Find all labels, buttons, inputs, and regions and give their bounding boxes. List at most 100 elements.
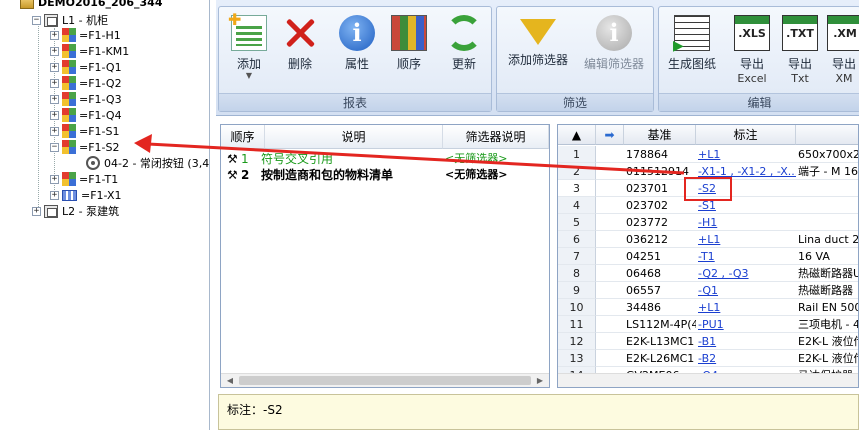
tree-node-f1-q2[interactable]: + =F1-Q2 <box>50 75 122 91</box>
expand-icon[interactable]: + <box>32 206 41 216</box>
expand-icon[interactable]: + <box>50 126 59 136</box>
expand-icon[interactable]: + <box>50 174 59 184</box>
table-row[interactable]: 11 LS112M-4P(4) -PU1 三项电机 - 4 <box>558 316 858 333</box>
tree-node-s2-child[interactable]: 04-2 - 常闭按钮 (3,4 <box>86 155 209 171</box>
generate-drawing-button[interactable]: 生成图纸 <box>661 11 723 87</box>
col-header-order[interactable]: 顺序 <box>221 125 265 149</box>
grid-scrollbar[interactable] <box>558 373 858 387</box>
table-row[interactable]: 6 036212+L1Lina duct 25 - <box>558 231 858 248</box>
component-cube-icon <box>62 76 76 90</box>
col-header-mark[interactable]: 标注 <box>696 125 796 145</box>
report-row[interactable]: ⚒ 1 符号交叉引用 <无筛选器> <box>221 151 549 167</box>
properties-button[interactable]: i 属性 <box>333 11 381 87</box>
tree-node-f1-s1[interactable]: + =F1-S1 <box>50 123 120 139</box>
xls-file-icon: .XLS <box>734 15 770 51</box>
tree-node-f1-h1[interactable]: + =F1-H1 <box>50 27 121 43</box>
collapse-icon[interactable]: − <box>50 142 59 152</box>
expand-icon[interactable]: + <box>50 190 59 200</box>
cell-base: 06557 <box>624 282 696 299</box>
cell-desc <box>796 214 858 231</box>
table-row[interactable]: 1 178864+L1650x700x250 <box>558 146 858 163</box>
cell-base: LS112M-4P(4) <box>624 318 696 333</box>
tree-root[interactable]: DEMO2016_206_344 <box>20 0 162 10</box>
dropdown-caret-icon[interactable]: ▼ <box>225 72 273 80</box>
cell-mark[interactable]: -PU1 <box>696 316 796 333</box>
expand-icon[interactable]: + <box>50 46 59 56</box>
cell-desc <box>796 197 858 214</box>
project-tree[interactable]: DEMO2016_206_344 − L1 - 机柜 + =F1-H1 + =F… <box>0 0 210 430</box>
table-row[interactable]: 12 E2K-L13MC1 -B1 E2K-L 液位传 <box>558 333 859 350</box>
cell-desc: E2K-L 液位传 <box>796 335 859 350</box>
tree-node-l1[interactable]: − L1 - 机柜 <box>32 12 108 28</box>
tree-node-f1-km1[interactable]: + =F1-KM1 <box>50 43 129 59</box>
cell-mark[interactable]: -T1 <box>696 248 796 265</box>
row-number: 8 <box>558 265 596 282</box>
row-number: 9 <box>558 282 596 299</box>
tree-node-f1-s2[interactable]: − =F1-S2 <box>50 139 120 155</box>
scroll-thumb[interactable] <box>239 376 531 385</box>
row-indicator <box>596 180 624 197</box>
cell-mark[interactable]: +L1 <box>696 299 796 316</box>
ribbon: 添加 ▼ 删除 i 属性 顺序 更新 报表 添加筛选器 i 编辑筛选器 <box>216 0 859 116</box>
scroll-left-icon[interactable]: ◀ <box>223 374 237 388</box>
cell-mark[interactable]: -B1 <box>696 333 796 350</box>
expand-icon[interactable]: + <box>50 78 59 88</box>
cell-desc: 端子 - M 16/ <box>796 165 859 180</box>
component-cube-icon <box>62 92 76 106</box>
table-row[interactable]: 8 06468 -Q2 , -Q3 热磁断路器U <box>558 265 859 282</box>
tree-node-f1-x1[interactable]: + =F1-X1 <box>50 187 122 203</box>
export-excel-button[interactable]: .XLS 导出 Excel <box>731 11 773 87</box>
row-number: 7 <box>558 248 596 265</box>
row-number: 11 <box>558 316 596 333</box>
cell-desc: Rail EN 50022 <box>796 299 858 316</box>
col-header-base[interactable]: 基准 <box>624 125 696 145</box>
cell-mark[interactable]: -Q2 , -Q3 <box>696 265 796 282</box>
row-indicator <box>596 265 624 282</box>
expand-icon[interactable]: + <box>50 30 59 40</box>
collapse-icon[interactable]: − <box>32 15 41 25</box>
refresh-icon <box>446 15 482 51</box>
report-list[interactable]: 顺序 说明 筛选器说明 ⚒ 1 符号交叉引用 <无筛选器> ⚒ 2 按制造商和包… <box>220 124 550 388</box>
expand-icon[interactable]: + <box>50 94 59 104</box>
col-header-filter-desc[interactable]: 筛选器说明 <box>443 125 549 149</box>
col-header-desc[interactable] <box>796 125 858 145</box>
expand-icon[interactable]: + <box>50 110 59 120</box>
tree-node-f1-t1[interactable]: + =F1-T1 <box>50 171 118 187</box>
tree-node-f1-q3[interactable]: + =F1-Q3 <box>50 91 122 107</box>
delete-button[interactable]: 删除 <box>277 11 323 87</box>
refresh-button[interactable]: 更新 <box>441 11 487 87</box>
add-filter-button[interactable]: 添加筛选器 <box>501 11 575 87</box>
scroll-right-icon[interactable]: ▶ <box>533 374 547 388</box>
cell-mark[interactable]: +L1 <box>696 231 796 248</box>
row-indicator <box>596 197 624 214</box>
col-header-desc[interactable]: 说明 <box>265 125 443 149</box>
table-row[interactable]: 13 E2K-L26MC1 -B2 E2K-L 液位传 <box>558 350 858 367</box>
data-grid[interactable]: ▲ ➡ 基准 标注 1178864+L1650x700x250201151291… <box>557 124 859 388</box>
horizontal-scrollbar[interactable]: ◀ ▶ <box>221 373 549 387</box>
cell-mark[interactable]: -H1 <box>696 214 796 231</box>
edit-filter-button[interactable]: i 编辑筛选器 <box>577 11 651 87</box>
table-row[interactable]: 7 04251 -T1 16 VA <box>558 248 858 265</box>
cell-mark[interactable]: -B2 <box>696 350 796 367</box>
table-row[interactable]: 9 06557 -Q1 热磁断路器 <box>558 282 858 299</box>
report-row[interactable]: ⚒ 2 按制造商和包的物料清单 <无筛选器> <box>221 167 549 183</box>
cell-desc: 热磁断路器U <box>796 267 859 282</box>
add-button[interactable]: 添加 ▼ <box>225 10 273 87</box>
export-xml-button[interactable]: .XM 导出 XM <box>827 11 859 87</box>
order-button[interactable]: 顺序 <box>385 11 433 87</box>
cell-mark[interactable]: +L1 <box>696 146 796 163</box>
expand-icon[interactable]: + <box>50 62 59 72</box>
cell-mark[interactable]: -Q1 <box>696 282 796 299</box>
export-txt-button[interactable]: .TXT 导出 Txt <box>779 11 821 87</box>
cell-desc: 热磁断路器 <box>796 282 858 299</box>
table-row[interactable]: 10 34486+L1Rail EN 50022 <box>558 299 858 316</box>
tree-node-l2[interactable]: + L2 - 泵建筑 <box>32 203 119 219</box>
table-row[interactable]: 5 023772 -H1 <box>558 214 858 231</box>
ribbon-group-edit: 生成图纸 .XLS 导出 Excel .TXT 导出 Txt .XM 导出 XM… <box>658 6 859 112</box>
ribbon-group-report: 添加 ▼ 删除 i 属性 顺序 更新 报表 <box>218 6 492 112</box>
cell-base: E2K-L26MC1 <box>624 352 696 367</box>
navigate-arrow-icon[interactable]: ➡ <box>596 125 624 145</box>
corner-sort-icon[interactable]: ▲ <box>558 125 596 145</box>
tree-node-f1-q1[interactable]: + =F1-Q1 <box>50 59 122 75</box>
tree-node-f1-q4[interactable]: + =F1-Q4 <box>50 107 122 123</box>
